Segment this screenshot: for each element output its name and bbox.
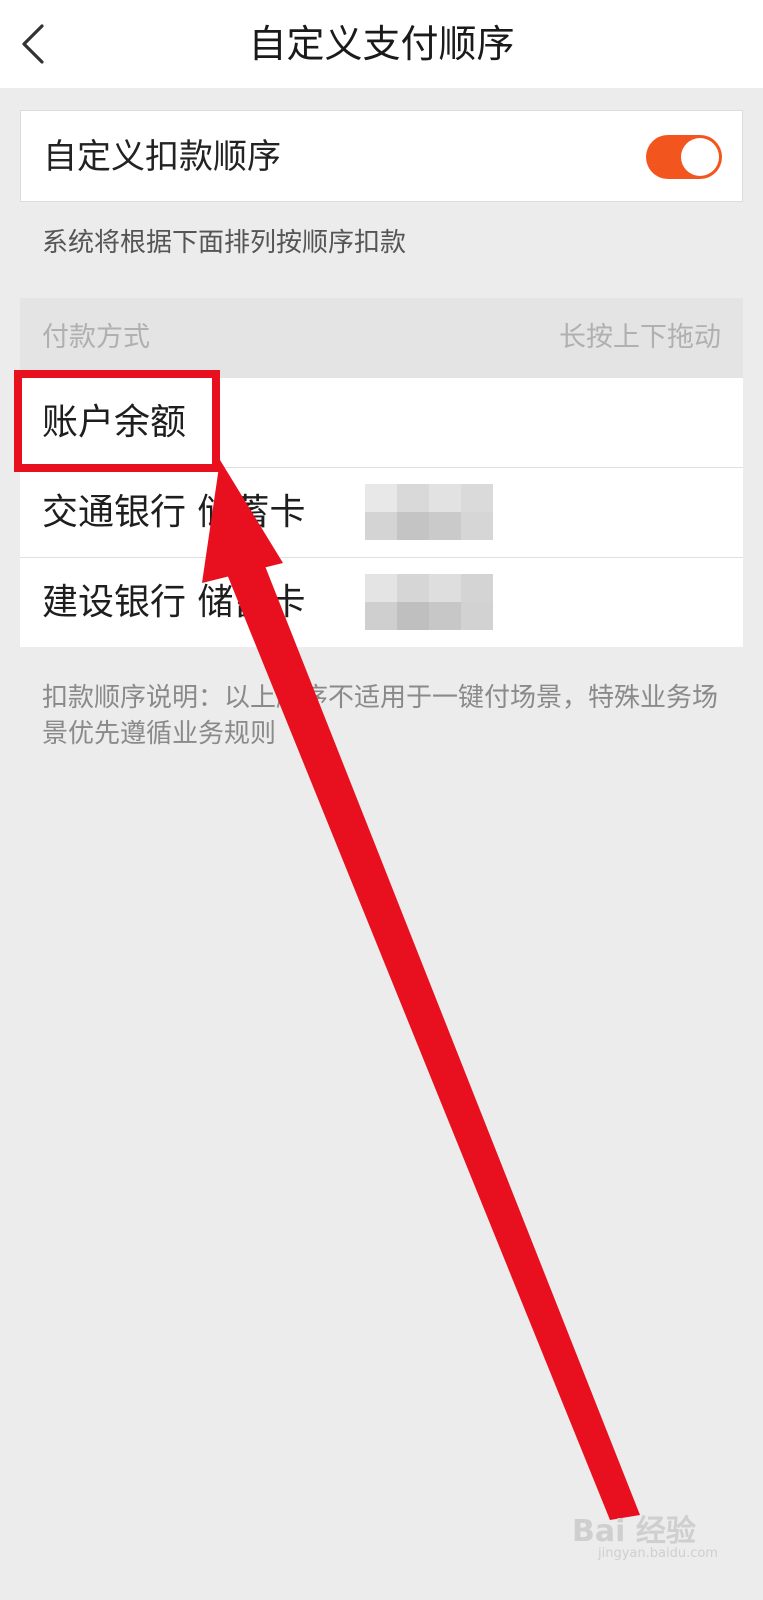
payment-method-label: 交通银行 储蓄卡 [42, 492, 306, 533]
custom-order-toggle[interactable] [646, 135, 722, 179]
watermark: Bai 经验 jingyan.baidu.com [572, 1500, 722, 1570]
list-header: 付款方式 长按上下拖动 [20, 298, 743, 378]
payment-method-label: 建设银行 储蓄卡 [42, 582, 306, 623]
payment-method-row[interactable]: 建设银行 储蓄卡 [20, 558, 743, 647]
watermark-url: jingyan.baidu.com [598, 1546, 718, 1561]
page-title: 自定义支付顺序 [248, 22, 515, 66]
custom-order-label: 自定义扣款顺序 [43, 137, 281, 177]
deduction-order-note: 扣款顺序说明：以上顺序不适用于一键付场景，特殊业务场景优先遵循业务规则 [42, 683, 719, 749]
order-hint-text: 系统将根据下面排列按顺序扣款 [42, 228, 407, 258]
toggle-knob [681, 138, 719, 176]
watermark-logo-text: Bai 经验 [572, 1514, 696, 1549]
custom-order-card: 自定义扣款顺序 [20, 110, 743, 202]
top-bar: 自定义支付顺序 [0, 0, 763, 88]
list-header-title: 付款方式 [42, 322, 150, 353]
highlight-box [14, 370, 220, 472]
payment-method-row[interactable]: 交通银行 储蓄卡 [20, 468, 743, 558]
list-header-drag-hint: 长按上下拖动 [559, 322, 721, 353]
redacted-card-number [365, 484, 493, 540]
redacted-card-number [365, 574, 493, 630]
